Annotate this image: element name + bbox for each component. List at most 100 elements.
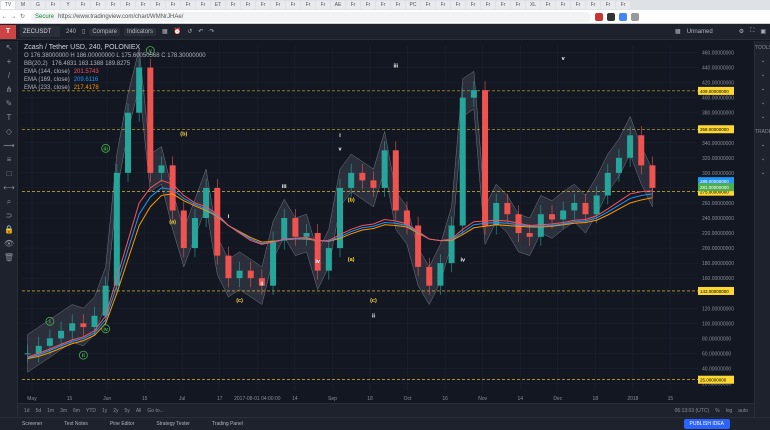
pitchfork-icon[interactable]: ⋔	[0, 83, 18, 97]
range-button[interactable]: 5d	[36, 408, 42, 414]
undo-icon[interactable]: ↶	[198, 28, 203, 35]
sidebar-label-tools[interactable]: TOOLS	[755, 41, 770, 55]
browser-tab[interactable]: Fr	[346, 1, 360, 9]
browser-tab[interactable]: Fr	[196, 1, 210, 9]
shapes-icon[interactable]: □	[0, 167, 18, 181]
ideas-icon[interactable]: ▪	[755, 111, 770, 125]
extension-icon[interactable]	[595, 12, 603, 21]
trash-icon[interactable]: 🗑	[0, 251, 18, 265]
settings-icon[interactable]: ⚙	[739, 28, 744, 35]
browser-tab[interactable]: Fr	[121, 1, 135, 9]
back-icon[interactable]: ←	[0, 14, 9, 20]
log-toggle[interactable]: log	[726, 408, 733, 414]
browser-tab[interactable]: Fr	[136, 1, 150, 9]
percent-toggle[interactable]: %	[715, 408, 719, 414]
browser-tab[interactable]: Fr	[46, 1, 60, 9]
browser-tab[interactable]: Fr	[226, 1, 240, 9]
browser-tab[interactable]: Y	[61, 1, 75, 9]
browser-tab[interactable]: Fr	[451, 1, 465, 9]
browser-tab[interactable]: Fr	[541, 1, 555, 9]
trendline-icon[interactable]: /	[0, 69, 18, 83]
browser-tab[interactable]: Fr	[421, 1, 435, 9]
browser-tab[interactable]: Fr	[601, 1, 615, 9]
browser-tab[interactable]: Fr	[166, 1, 180, 9]
browser-tab[interactable]: Fr	[571, 1, 585, 9]
extension-icon[interactable]	[619, 12, 627, 21]
chat-icon[interactable]: ▪	[755, 97, 770, 111]
browser-tab[interactable]: G	[31, 1, 45, 9]
eye-icon[interactable]: 👁	[0, 237, 18, 251]
browser-tab[interactable]: Fr	[361, 1, 375, 9]
range-button[interactable]: 1m	[47, 408, 54, 414]
cursor-icon[interactable]: ↖	[0, 41, 18, 55]
notification-icon[interactable]: ▪	[755, 153, 770, 167]
chart-type-icon[interactable]: ▯	[82, 28, 85, 35]
browser-tab[interactable]: TV	[1, 1, 15, 9]
compare-button[interactable]: Compare	[89, 27, 121, 36]
watchlist-icon[interactable]: ▪	[755, 55, 770, 69]
help-icon[interactable]: ▪	[755, 167, 770, 181]
fib-icon[interactable]: ≡	[0, 153, 18, 167]
tab-screener[interactable]: Screener	[22, 421, 42, 427]
browser-tab[interactable]: Fr	[466, 1, 480, 9]
url-field[interactable]: Secure https://www.tradingview.com/chart…	[31, 11, 591, 22]
browser-tab[interactable]: Fr	[481, 1, 495, 9]
browser-tab[interactable]: PC	[406, 1, 420, 9]
legend-indicator-ema233[interactable]: EMA (233, close) 217.4178	[24, 84, 206, 92]
alert-icon[interactable]: ⏰	[174, 28, 181, 35]
browser-tab[interactable]: M	[16, 1, 30, 9]
symbol-search[interactable]: ZECUSDT	[20, 26, 60, 37]
range-button[interactable]: Go to...	[147, 408, 163, 414]
browser-tab[interactable]: Fr	[91, 1, 105, 9]
layout-icon[interactable]: ▦	[675, 28, 681, 35]
legend-indicator-ema144[interactable]: EMA (144, close) 201.5743	[24, 68, 206, 76]
menu-icon[interactable]	[631, 12, 639, 21]
interval-button[interactable]: 240	[66, 29, 76, 35]
magnet-icon[interactable]: ⊃	[0, 209, 18, 223]
browser-tab[interactable]: Fr	[496, 1, 510, 9]
browser-tab[interactable]: Fr	[106, 1, 120, 9]
brush-icon[interactable]: ✎	[0, 97, 18, 111]
extension-icon[interactable]	[607, 12, 615, 21]
templates-icon[interactable]: ▦	[162, 28, 168, 35]
range-button[interactable]: 5y	[125, 408, 130, 414]
replay-icon[interactable]: ↺	[187, 28, 192, 35]
range-button[interactable]: 1d	[24, 408, 30, 414]
measure-icon[interactable]: ⟷	[0, 181, 18, 195]
pattern-icon[interactable]: ◇	[0, 125, 18, 139]
tab-text-notes[interactable]: Text Notes	[64, 421, 88, 427]
browser-tab[interactable]: Fr	[376, 1, 390, 9]
calendar-icon[interactable]: ▪	[755, 83, 770, 97]
range-button[interactable]: 2y	[113, 408, 118, 414]
prediction-icon[interactable]: ⟿	[0, 139, 18, 153]
forward-icon[interactable]: →	[9, 14, 18, 20]
publish-idea-button[interactable]: PUBLISH IDEA	[683, 419, 730, 429]
auto-toggle[interactable]: auto	[738, 408, 748, 414]
browser-tab[interactable]: Fr	[511, 1, 525, 9]
browser-tab[interactable]: Fr	[151, 1, 165, 9]
crosshair-icon[interactable]: +	[0, 55, 18, 69]
browser-tab[interactable]: Fr	[316, 1, 330, 9]
layout-name[interactable]: Unnamed	[687, 29, 713, 35]
redo-icon[interactable]: ↷	[209, 28, 214, 35]
browser-tab[interactable]: Fr	[556, 1, 570, 9]
zoom-icon[interactable]: ⌕	[0, 195, 18, 209]
browser-tab[interactable]: Fr	[616, 1, 630, 9]
range-button[interactable]: 3m	[60, 408, 67, 414]
browser-tab[interactable]: XL	[526, 1, 540, 9]
browser-tab[interactable]: Fr	[301, 1, 315, 9]
range-button[interactable]: 1y	[102, 408, 107, 414]
sidebar-label-trade[interactable]: TRADE	[755, 125, 770, 139]
legend-indicator-bb[interactable]: BB(20,2) 176.4831 163.1388 189.8275	[24, 60, 206, 68]
alert-icon[interactable]: ▪	[755, 69, 770, 83]
browser-tab[interactable]: Fr	[181, 1, 195, 9]
browser-tab[interactable]: Fr	[286, 1, 300, 9]
browser-tab[interactable]: Fr	[76, 1, 90, 9]
streams-icon[interactable]: ▪	[755, 139, 770, 153]
text-icon[interactable]: T	[0, 111, 18, 125]
tab-strategy-tester[interactable]: Strategy Tester	[156, 421, 190, 427]
tab-trading-panel[interactable]: Trading Panel	[212, 421, 243, 427]
browser-tab[interactable]: Fr	[436, 1, 450, 9]
range-button[interactable]: 6m	[73, 408, 80, 414]
browser-tab[interactable]: Fr	[241, 1, 255, 9]
